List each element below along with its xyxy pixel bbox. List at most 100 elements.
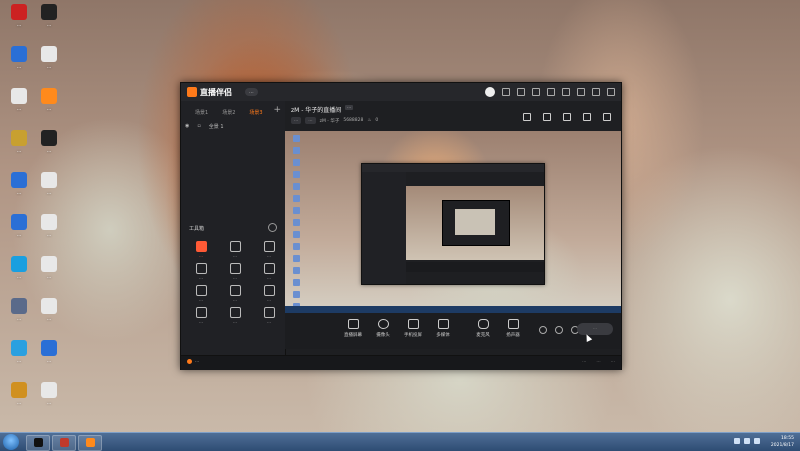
taskbar-app-button[interactable] [26,435,50,451]
room-tag[interactable]: ... [345,105,354,110]
toolbox-item[interactable]: ... [219,285,251,303]
room-category[interactable]: ... [291,117,302,124]
desktop-app-icon [41,46,57,62]
toolbox-item[interactable]: ... [185,285,217,303]
desktop-icon[interactable]: ... [32,214,66,238]
live-companion-window[interactable]: 直播伴侣 ... 场景1 场景2 场景3 + ◉ ▫ 全景 1 工具箱 ... … [180,82,622,370]
microphone-button[interactable]: 麦克风 [469,319,497,338]
add-scene-button[interactable]: + [273,105,281,115]
start-button[interactable] [3,434,19,450]
tab-scene-2[interactable]: 场景2 [222,109,235,116]
live-preview[interactable] [285,131,621,313]
toolbox-title: 工具箱 [189,226,205,232]
room-topic[interactable]: ... [305,117,316,124]
shirt-icon[interactable] [532,88,540,96]
toolbox-item-icon [195,285,207,296]
status-message[interactable]: ... [187,359,199,364]
desktop-icon[interactable]: ... [32,46,66,70]
toolbox-item[interactable]: ... [219,241,251,259]
screen-icon[interactable] [543,113,551,121]
desktop-icon[interactable]: ... [2,130,36,154]
desktop-icon[interactable]: ... [2,256,36,280]
toolbox-item[interactable]: ... [253,285,285,303]
avatar[interactable] [485,87,495,97]
desktop-icon[interactable]: ... [2,214,36,238]
desktop-icon[interactable]: ... [2,4,36,28]
tab-scene-1[interactable]: 场景1 [195,109,208,116]
eye-toggle-icon[interactable] [555,326,563,334]
desktop-icon[interactable]: ... [32,4,66,28]
network-icon[interactable] [734,438,740,444]
desktop-icon[interactable]: ... [2,340,36,364]
desktop-icon[interactable]: ... [32,256,66,280]
flag-icon[interactable] [754,438,760,444]
toolbox-item[interactable]: ... [253,241,285,259]
scene-item[interactable]: ◉ ▫ 全景 1 [185,123,224,130]
toolbox-item[interactable]: ... [185,241,217,259]
clock-date: 2021/8/17 [770,443,794,448]
volume-icon[interactable] [744,438,750,444]
source-toolbar: 直播屏幕 摄像头 手机投屏 多媒体 麦克风 扬声器 ... [285,313,621,349]
toolbox-item-label: ... [266,320,272,325]
toolbox-item-icon [195,263,207,274]
desktop-icon[interactable]: ... [2,298,36,322]
layout-icon[interactable] [563,113,571,121]
desktop-icon[interactable]: ... [32,88,66,112]
toolbox-item-label: ... [198,320,204,325]
desktop-icon-label: ... [16,106,22,112]
gift-box-icon[interactable] [523,113,531,121]
nested-preview-window [361,163,545,285]
toolbox-item[interactable]: ... [185,263,217,281]
bell-icon[interactable] [583,113,591,121]
gift-icon[interactable] [517,88,525,96]
lock-icon[interactable]: ▫ [197,123,200,130]
toolbox-item[interactable]: ... [185,307,217,325]
desktop-icon[interactable]: ... [2,172,36,196]
settings-icon[interactable] [547,88,555,96]
toolbox-item-label: ... [232,298,238,303]
desktop-app-icon [41,340,57,356]
menu-icon[interactable] [562,88,570,96]
desktop-icon[interactable]: ... [2,46,36,70]
speaker-button[interactable]: 扬声器 [499,319,527,338]
desktop-icon[interactable]: ... [32,172,66,196]
desktop-icon[interactable]: ... [32,382,66,406]
desktop-icon[interactable]: ... [2,382,36,406]
screen-capture-button[interactable]: 直播屏幕 [339,319,367,338]
toolbox-item[interactable]: ... [253,263,285,281]
title-bar[interactable]: 直播伴侣 ... [181,83,621,101]
message-icon[interactable] [502,88,510,96]
share-icon[interactable] [603,113,611,121]
desktop-icon[interactable]: ... [32,298,66,322]
camera-button[interactable]: 摄像头 [369,319,397,338]
taskbar-app-button[interactable] [78,435,102,451]
phone-cast-button[interactable]: 手机投屏 [399,319,427,338]
toolbox-item[interactable]: ... [219,263,251,281]
desktop-icon[interactable]: ... [32,340,66,364]
record-icon[interactable] [539,326,547,334]
taskbar-app-button[interactable] [52,435,76,451]
toolbox-item[interactable]: ... [253,307,285,325]
taskbar-app-icon [85,438,95,447]
preview-desktop-icons [289,135,319,313]
tab-scene-3[interactable]: 场景3 [249,109,262,116]
desktop-icon[interactable]: ... [32,130,66,154]
version-badge[interactable]: ... [245,88,258,96]
desktop-icon-label: ... [16,274,22,280]
toolbox-settings-icon[interactable] [268,223,277,232]
eye-icon[interactable]: ◉ [185,123,189,130]
media-button[interactable]: 多媒体 [429,319,457,338]
desktop-icon-label: ... [46,358,52,364]
desktop-app-icon [11,88,27,104]
microphone-icon [477,319,489,329]
toolbox-item[interactable]: ... [219,307,251,325]
start-live-button[interactable]: ... [577,323,613,335]
desktop-icon[interactable]: ... [2,88,36,112]
maximize-icon[interactable] [592,88,600,96]
monitor-icon [347,319,359,329]
toolbox-item-label: ... [198,298,204,303]
close-icon[interactable] [607,88,615,96]
clock[interactable]: 18:55 2021/8/17 [771,435,794,449]
room-header: zM - 华子的直播间 ... ... ... zM - 华子 5688828 … [285,101,621,131]
minimize-icon[interactable] [577,88,585,96]
